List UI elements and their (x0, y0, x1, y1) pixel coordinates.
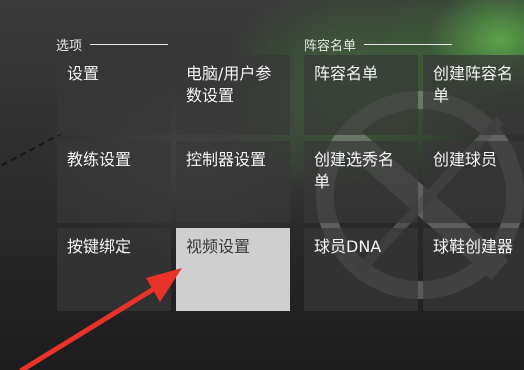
tile-create-roster[interactable]: 创建阵容名单 (423, 55, 524, 135)
tile-video-settings[interactable]: 视频设置 (176, 228, 290, 311)
tile-player-dna[interactable]: 球员DNA (304, 228, 418, 311)
tile-label: 电脑/用户参数设置 (186, 64, 272, 105)
section-divider (364, 44, 453, 45)
tile-label: 设置 (67, 64, 100, 83)
tile-label: 教练设置 (67, 150, 132, 169)
tile-key-bindings[interactable]: 按键绑定 (57, 228, 171, 311)
tile-label: 球员DNA (314, 237, 382, 256)
section-divider (90, 44, 169, 45)
tile-label: 控制器设置 (186, 150, 267, 169)
tile-create-draft-class[interactable]: 创建选秀名单 (304, 141, 418, 223)
tile-shoe-creator[interactable]: 球鞋创建器 (423, 228, 524, 311)
tile-label: 按键绑定 (67, 237, 132, 256)
tile-label: 创建阵容名单 (433, 64, 514, 105)
tile-create-player[interactable]: 创建球员 (423, 141, 524, 223)
tile-pc-user-settings[interactable]: 电脑/用户参数设置 (176, 55, 290, 135)
tile-label: 创建选秀名单 (314, 150, 395, 191)
tile-controller-settings[interactable]: 控制器设置 (176, 141, 290, 223)
roster-section-header: 阵容名单 (304, 35, 453, 54)
tile-roster[interactable]: 阵容名单 (304, 55, 418, 135)
options-section-header: 选项 (56, 35, 169, 54)
tile-settings[interactable]: 设置 (57, 55, 171, 135)
roster-section-title: 阵容名单 (304, 39, 357, 54)
options-section-title: 选项 (56, 39, 83, 54)
tile-label: 球鞋创建器 (433, 237, 514, 256)
tile-label: 创建球员 (433, 150, 498, 169)
tile-coach-settings[interactable]: 教练设置 (57, 141, 171, 223)
tile-label: 阵容名单 (314, 64, 379, 83)
tile-label: 视频设置 (186, 237, 251, 256)
